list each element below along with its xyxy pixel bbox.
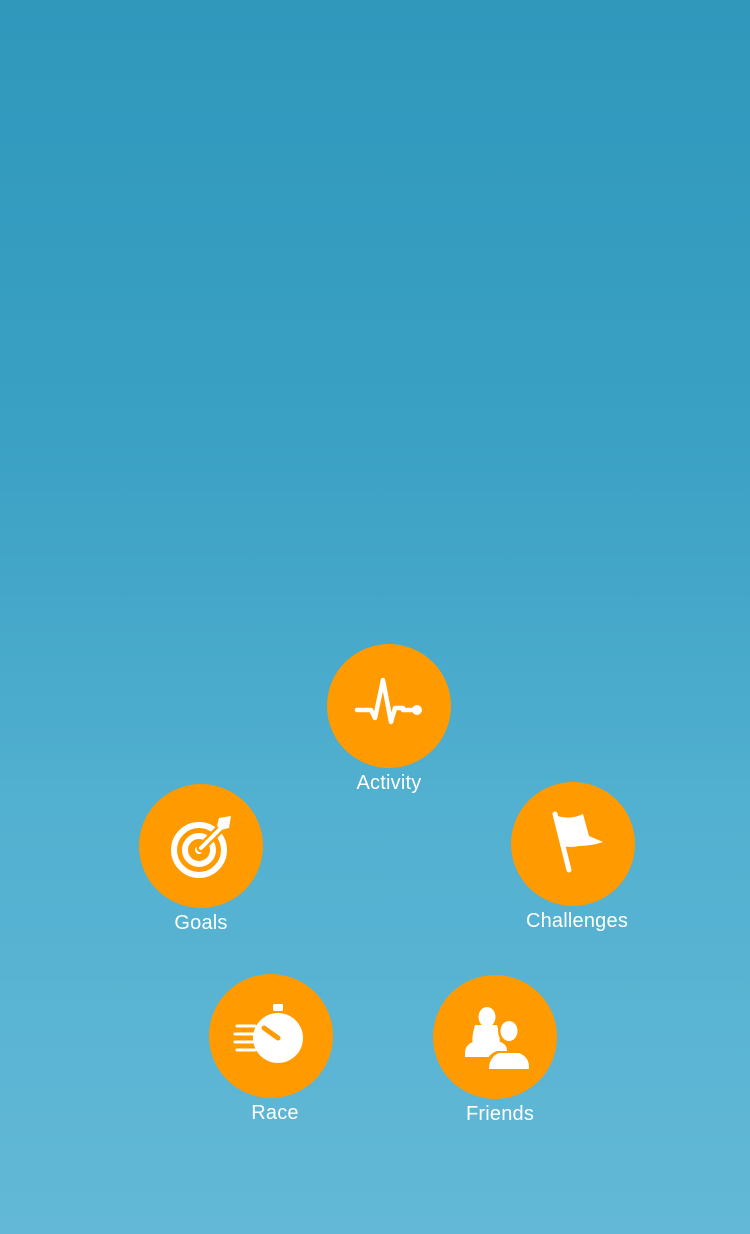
goals-label: Goals <box>174 912 228 934</box>
activity-circle[interactable] <box>327 644 451 768</box>
race-button[interactable]: Race <box>191 974 351 1134</box>
challenges-circle[interactable] <box>511 782 635 906</box>
goals-circle[interactable] <box>139 784 263 908</box>
flag-icon <box>552 811 603 873</box>
race-circle[interactable] <box>209 974 333 1098</box>
challenges-button[interactable]: Challenges <box>493 782 653 942</box>
activity-label: Activity <box>356 772 422 794</box>
friends-icon <box>465 1007 533 1073</box>
friends-label: Friends <box>465 1103 535 1125</box>
friends-button[interactable]: Friends <box>415 975 575 1135</box>
race-label: Race <box>251 1102 299 1124</box>
heartbeat-icon <box>354 677 422 725</box>
friends-circle[interactable] <box>433 975 557 1099</box>
activity-button[interactable]: Activity <box>309 644 469 804</box>
radial-menu-screen: Activity Goals Challenges Race Friends <box>0 0 750 1234</box>
goals-button[interactable]: Goals <box>121 784 281 944</box>
stopwatch-icon <box>233 1004 303 1063</box>
challenges-label: Challenges <box>525 910 629 932</box>
target-icon <box>171 816 231 878</box>
